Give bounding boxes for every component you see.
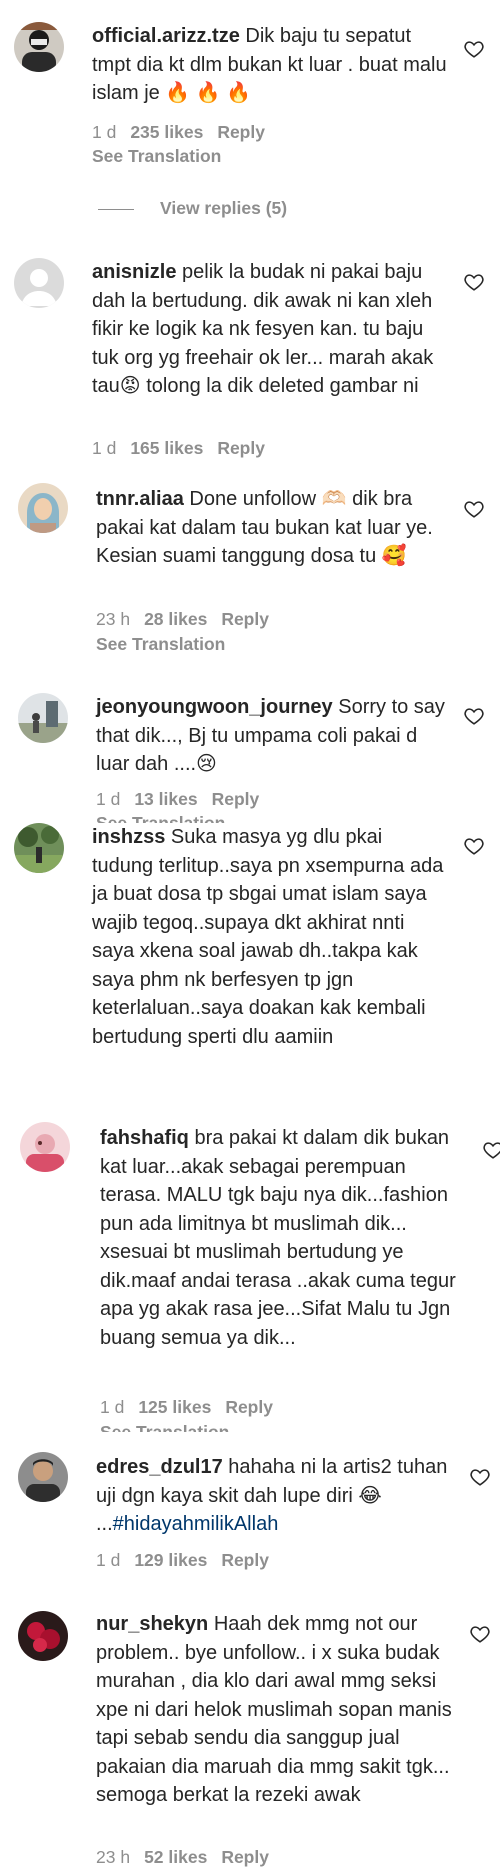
hashtag-link[interactable]: #hidayahmilikAllah [113, 1513, 279, 1535]
comment-time: 1 d [96, 789, 121, 809]
like-heart-icon[interactable] [463, 835, 485, 857]
view-replies-button[interactable]: View replies (5) [98, 198, 287, 219]
comment-time: 23 h [96, 609, 131, 629]
comment-likes[interactable]: 129 likes [134, 1550, 207, 1570]
comment-text-block: fahshafiq bra pakai kt dalam dik bukan k… [100, 1124, 460, 1352]
reply-button[interactable]: Reply [221, 609, 269, 629]
comment-text-block: inshzss Suka masya yg dlu pkai tudung te… [92, 823, 447, 1051]
see-translation-link[interactable]: See Translation [96, 634, 225, 655]
comment-meta: 1 d 13 likes Reply [96, 789, 259, 810]
comment-time: 1 d [100, 1397, 125, 1417]
comment-time: 23 h [96, 1847, 131, 1867]
view-replies-line [98, 208, 134, 211]
reply-button[interactable]: Reply [221, 1847, 269, 1867]
like-heart-icon[interactable] [463, 271, 485, 293]
like-heart-icon[interactable] [469, 1466, 491, 1488]
like-heart-icon[interactable] [463, 498, 485, 520]
comment-likes[interactable]: 13 likes [134, 789, 197, 809]
comment-meta: 1 d 125 likes Reply [100, 1397, 273, 1418]
comment-text: Haah dek mmg not our problem.. bye unfol… [96, 1613, 452, 1806]
comment-text-block: edres_dzul17 hahaha ni la artis2 tuhan u… [96, 1453, 451, 1539]
avatar[interactable] [18, 1611, 68, 1661]
comment-meta: 1 d 129 likes Reply [96, 1550, 269, 1571]
avatar-image [18, 1452, 68, 1502]
comment-likes[interactable]: 235 likes [130, 122, 203, 142]
comment-meta: 23 h 52 likes Reply [96, 1847, 269, 1868]
like-heart-icon[interactable] [463, 705, 485, 727]
reply-button[interactable]: Reply [217, 122, 265, 142]
avatar[interactable] [18, 1452, 68, 1502]
avatar[interactable] [14, 22, 64, 72]
like-heart-icon[interactable] [463, 38, 485, 60]
avatar-image [20, 1122, 70, 1172]
reply-button[interactable]: Reply [225, 1397, 273, 1417]
comment-likes[interactable]: 52 likes [144, 1847, 207, 1867]
like-heart-icon[interactable] [469, 1623, 491, 1645]
default-avatar-icon [14, 258, 64, 308]
comment-likes[interactable]: 28 likes [144, 609, 207, 629]
comment-meta: 1 d 235 likes Reply [92, 122, 265, 143]
avatar[interactable] [14, 823, 64, 873]
comment-time: 1 d [92, 438, 117, 458]
comment-username[interactable]: fahshafiq [100, 1127, 189, 1149]
comment-likes[interactable]: 125 likes [138, 1397, 211, 1417]
reply-button[interactable]: Reply [212, 789, 260, 809]
comment-meta: 23 h 28 likes Reply [96, 609, 269, 630]
comment-username[interactable]: official.arizz.tze [92, 25, 240, 47]
comment-time: 1 d [92, 122, 117, 142]
comment-username[interactable]: jeonyoungwoon_journey [96, 696, 333, 718]
comment-likes[interactable]: 165 likes [130, 438, 203, 458]
comment-username[interactable]: anisnizle [92, 261, 176, 283]
like-heart-icon[interactable] [482, 1139, 500, 1161]
reply-button[interactable]: Reply [217, 438, 265, 458]
avatar[interactable] [18, 483, 68, 533]
comment-meta: 1 d 165 likes Reply [92, 438, 265, 459]
see-translation-link[interactable]: See Translation [92, 146, 221, 167]
comment-text-block: nur_shekyn Haah dek mmg not our problem.… [96, 1610, 456, 1810]
comment-time: 1 d [96, 1550, 121, 1570]
avatar[interactable] [18, 693, 68, 743]
avatar[interactable] [14, 258, 64, 308]
comment-username[interactable]: inshzss [92, 826, 165, 848]
avatar-image [14, 823, 64, 873]
comment-text-block: tnnr.aliaa Done unfollow 🫶🏻 dik bra paka… [96, 485, 451, 571]
comment-text: Suka masya yg dlu pkai tudung terlitup..… [92, 826, 444, 1048]
comment-text-block: anisnizle pelik la budak ni pakai baju d… [92, 258, 447, 401]
view-replies-label[interactable]: View replies (5) [160, 198, 287, 218]
comment-username[interactable]: tnnr.aliaa [96, 488, 184, 510]
reply-button[interactable]: Reply [221, 1550, 269, 1570]
avatar[interactable] [20, 1122, 70, 1172]
avatar-image [18, 1611, 68, 1661]
see-translation-link[interactable]: See Translation [100, 1424, 229, 1432]
see-translation-link[interactable]: See Translation [96, 815, 225, 823]
comment-text: bra pakai kt dalam dik bukan kat luar...… [100, 1127, 456, 1349]
avatar-image [14, 22, 64, 72]
comment-username[interactable]: edres_dzul17 [96, 1456, 223, 1478]
comment-text-block: official.arizz.tze Dik baju tu sepatut t… [92, 22, 447, 108]
avatar-image [18, 693, 68, 743]
avatar-image [18, 483, 68, 533]
comment-username[interactable]: nur_shekyn [96, 1613, 208, 1635]
comment-text-block: jeonyoungwoon_journey Sorry to say that … [96, 693, 451, 779]
